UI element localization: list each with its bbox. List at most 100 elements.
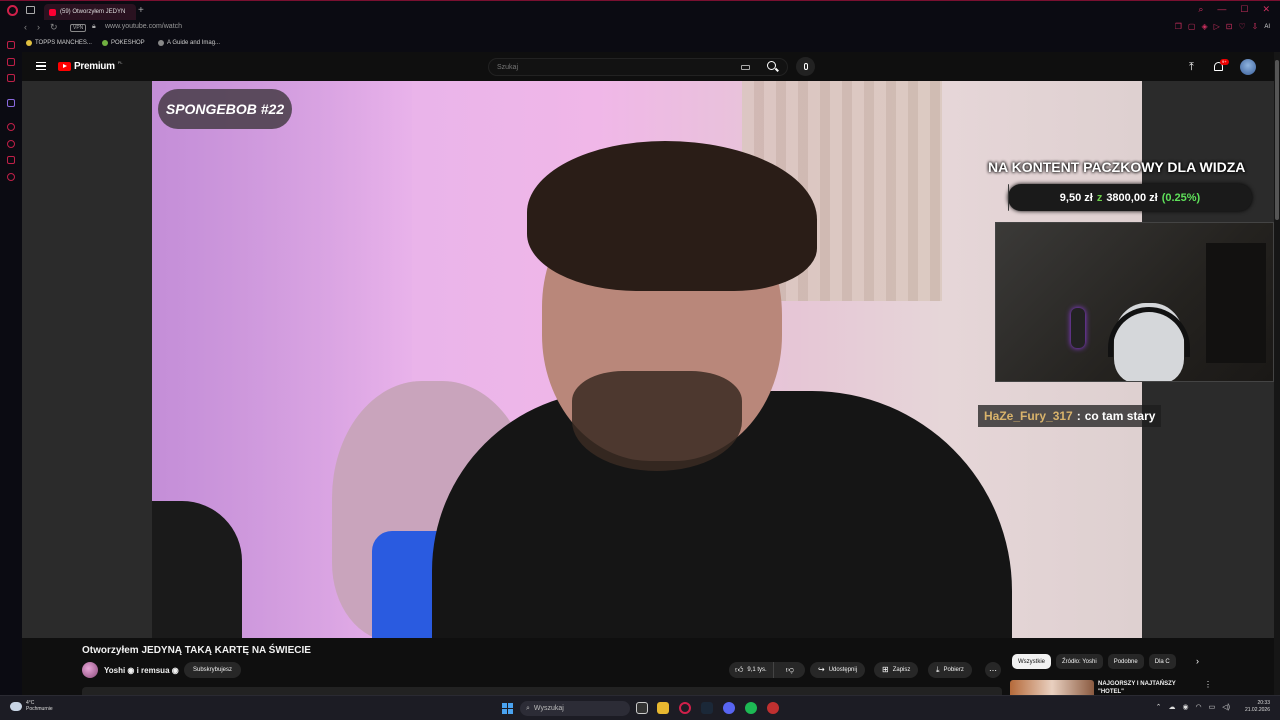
opera-logo-icon[interactable] bbox=[7, 5, 18, 16]
start-icon[interactable] bbox=[502, 703, 513, 714]
tab-overview-icon[interactable] bbox=[26, 6, 35, 14]
nav-buttons: ‹ › ↻ bbox=[24, 22, 58, 33]
chip-all[interactable]: Wszystkie bbox=[1012, 654, 1051, 669]
new-tab-button[interactable]: + bbox=[138, 5, 144, 16]
lock-icon[interactable]: 🔒︎ bbox=[92, 23, 96, 31]
like-count: 9,1 tys. bbox=[747, 667, 767, 673]
reload-icon[interactable]: ↻ bbox=[50, 22, 58, 33]
search-icon[interactable] bbox=[767, 61, 776, 70]
minimize-button[interactable]: — bbox=[1217, 4, 1226, 15]
cloud-sync-icon[interactable]: ☁ bbox=[1168, 703, 1175, 711]
share-button[interactable]: ↪ Udostępnij bbox=[810, 662, 866, 678]
scrollbar-thumb[interactable] bbox=[1275, 60, 1279, 220]
shield-icon[interactable]: ◈ bbox=[1201, 22, 1207, 31]
discord-tray-icon[interactable]: ◉ bbox=[1182, 703, 1188, 711]
close-button[interactable]: ✕ bbox=[1262, 4, 1270, 15]
discord-icon[interactable] bbox=[723, 702, 735, 714]
bookmark-item[interactable]: POKESHOP bbox=[102, 40, 145, 46]
window-controls: ⌕ — ☐ ✕ bbox=[1198, 4, 1270, 15]
tab-youtube[interactable]: (59) Otworzyłem JEDYN bbox=[44, 4, 136, 20]
channel-name[interactable]: Yoshi ◉ i remsua ◉ bbox=[104, 666, 179, 675]
wallet-icon[interactable]: ⊡ bbox=[1226, 22, 1233, 31]
donation-goal-title: NA KONTENT PACZKOWY DLA WIDZA bbox=[988, 159, 1246, 175]
file-explorer-icon[interactable] bbox=[657, 702, 669, 714]
keyboard-icon[interactable] bbox=[741, 65, 750, 70]
cloud-icon bbox=[10, 701, 22, 711]
heart-icon[interactable]: ♡ bbox=[1238, 22, 1245, 31]
taskbar-search[interactable]: ⌕ Wyszukaj bbox=[520, 701, 630, 716]
task-view-icon[interactable] bbox=[636, 702, 648, 714]
maximize-button[interactable]: ☐ bbox=[1240, 4, 1248, 15]
forward-icon[interactable]: › bbox=[37, 22, 40, 33]
save-button[interactable]: ⊞ Zapisz bbox=[874, 662, 919, 678]
subscribe-button[interactable]: Subskrybujesz bbox=[184, 662, 242, 678]
upload-icon[interactable]: ⤒ bbox=[1189, 62, 1194, 73]
back-icon[interactable]: ‹ bbox=[24, 22, 27, 33]
voice-search-button[interactable] bbox=[796, 57, 815, 76]
app-icon[interactable] bbox=[767, 702, 779, 714]
sidebar-twitch-icon[interactable] bbox=[7, 99, 15, 107]
sidebar-news-icon[interactable] bbox=[7, 58, 15, 66]
like-button[interactable]: 👍︎ 9,1 tys. bbox=[729, 662, 774, 678]
address-bar: ‹ › ↻ VPN 🔒︎ www.youtube.com/watch ❐ ▢ ◈… bbox=[0, 20, 1280, 37]
vpn-badge[interactable]: VPN bbox=[70, 24, 87, 32]
player-icon[interactable]: ▷ bbox=[1214, 22, 1220, 31]
chevron-up-icon[interactable]: ⌃ bbox=[1156, 703, 1162, 711]
channel-avatar[interactable] bbox=[82, 662, 98, 678]
account-avatar[interactable] bbox=[1240, 59, 1256, 75]
bookmark-favicon-icon bbox=[26, 40, 32, 46]
chip-source[interactable]: Źródło: Yoshi bbox=[1056, 654, 1103, 669]
clock[interactable]: 20:33 21.02.2026 bbox=[1245, 700, 1270, 714]
youtube-logo[interactable]: Premium PL bbox=[58, 60, 123, 72]
chip-for-you[interactable]: Dla C bbox=[1148, 654, 1176, 669]
chat-message: HaZe_Fury_317 : co tam stary bbox=[978, 405, 1162, 427]
taskbar-search-placeholder: Wyszukaj bbox=[533, 705, 564, 712]
bookmark-item[interactable]: A Guide and Imag... bbox=[158, 40, 220, 46]
snapshot-icon[interactable]: ▢ bbox=[1188, 22, 1196, 31]
search-tabs-icon[interactable]: ⌕ bbox=[1198, 4, 1203, 15]
download-icon[interactable]: ⇩ bbox=[1252, 22, 1259, 31]
chevron-right-icon[interactable]: › bbox=[1196, 656, 1199, 666]
search-icon: ⌕ bbox=[526, 704, 530, 712]
ai-button[interactable]: AI bbox=[1264, 24, 1270, 30]
recommendation-menu-icon[interactable]: ⋮ bbox=[1204, 680, 1212, 689]
weather-widget[interactable]: 4°C Pochmurnie bbox=[10, 700, 53, 712]
dislike-button[interactable]: 👎︎ bbox=[778, 662, 802, 678]
bookmark-icon[interactable]: ❐ bbox=[1175, 22, 1182, 31]
weather-desc: Pochmurnie bbox=[26, 706, 53, 712]
sidebar-history-icon[interactable] bbox=[7, 123, 15, 131]
display-icon[interactable]: ▭ bbox=[1209, 703, 1216, 711]
video-player[interactable]: SPONGEBOB #22 NA KONTENT PACZKOWY DLA WI… bbox=[22, 81, 1274, 638]
youtube-play-icon bbox=[58, 62, 71, 71]
sidebar-home-icon[interactable] bbox=[7, 41, 15, 49]
more-actions-button[interactable]: ⋯ bbox=[985, 662, 1001, 678]
sidebar-clock-icon[interactable] bbox=[7, 140, 15, 148]
sidebar-apps-icon[interactable] bbox=[7, 74, 15, 82]
wifi-icon[interactable]: ◠ bbox=[1196, 703, 1202, 711]
bookmarks-bar: TOPPS MANCHES... POKESHOP A Guide and Im… bbox=[0, 37, 1280, 52]
sidebar-settings-icon[interactable] bbox=[7, 173, 15, 181]
bookmark-label: A Guide and Imag... bbox=[167, 40, 221, 46]
chat-separator: : bbox=[1076, 409, 1081, 423]
bookmark-item[interactable]: TOPPS MANCHES... bbox=[26, 40, 92, 46]
chip-similar[interactable]: Podobne bbox=[1107, 654, 1144, 669]
steam-icon[interactable] bbox=[701, 702, 713, 714]
volume-icon[interactable]: ◁) bbox=[1222, 703, 1230, 711]
url-field[interactable]: www.youtube.com/watch bbox=[105, 23, 182, 30]
webcam-headset bbox=[1108, 307, 1190, 357]
goal-percent: (0.25%) bbox=[1161, 191, 1201, 204]
download-button[interactable]: ⤓ Pobierz bbox=[928, 662, 972, 678]
webcam-shelf bbox=[1206, 243, 1266, 363]
page-scrollbar[interactable] bbox=[1274, 52, 1280, 695]
description-box[interactable] bbox=[82, 687, 1002, 695]
share-icon: ↪ bbox=[818, 665, 825, 674]
menu-icon[interactable] bbox=[36, 62, 46, 70]
recommendation-title[interactable]: NAJGORSZY I NAJTAŃSZY "HOTEL" bbox=[1098, 680, 1198, 696]
bookmark-favicon-icon bbox=[158, 40, 164, 46]
recommendation-thumbnail[interactable] bbox=[1010, 680, 1094, 695]
share-label: Udostępnij bbox=[828, 667, 858, 673]
opera-taskbar-icon[interactable] bbox=[679, 702, 691, 714]
sidebar-send-icon[interactable] bbox=[7, 156, 15, 164]
logo-region: PL bbox=[117, 60, 123, 65]
spotify-icon[interactable] bbox=[745, 702, 757, 714]
